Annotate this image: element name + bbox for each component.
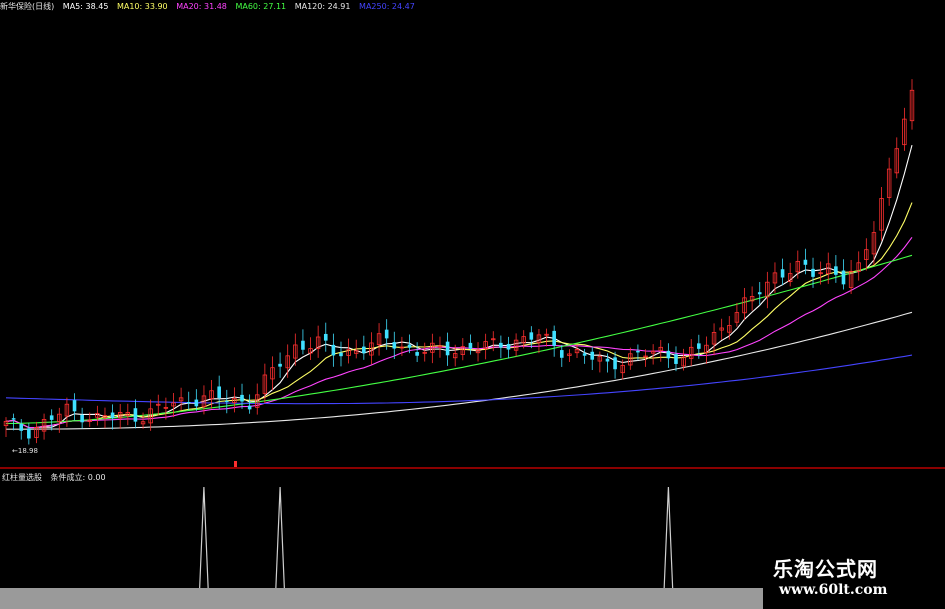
candlestick-series	[3, 79, 915, 445]
candle-down	[582, 353, 587, 356]
candle-down	[186, 401, 191, 404]
candle-down	[674, 354, 678, 364]
candle-down	[780, 269, 785, 278]
candle-down	[552, 330, 556, 346]
low-price-annotation: ←18.98	[12, 447, 38, 455]
ma60-label: MA60: 27.11	[235, 2, 287, 11]
candle-down	[19, 423, 24, 431]
candle-down	[72, 400, 77, 412]
candle-down	[666, 350, 671, 359]
ma60-line	[5, 254, 913, 425]
candle-down	[110, 412, 115, 419]
candle-down	[636, 350, 640, 353]
candle-down	[217, 386, 221, 398]
candle-down	[697, 343, 701, 349]
indicator-name: 红柱量选股	[2, 473, 42, 482]
candle-down	[841, 270, 846, 285]
candle-down	[80, 414, 84, 423]
ma10-line	[5, 202, 913, 429]
indicator-header: 红柱量选股 条件成立: 0.00	[2, 472, 112, 483]
moving-average-lines	[5, 144, 913, 430]
candle-down	[834, 266, 838, 275]
candle-down	[331, 344, 336, 356]
candle-down	[590, 351, 595, 360]
candle-down	[194, 399, 199, 407]
candle-down	[301, 340, 305, 350]
candle-down	[811, 268, 815, 277]
candle-down	[27, 428, 31, 439]
watermark-title: 乐淘公式网	[773, 557, 878, 581]
candle-down	[468, 342, 473, 349]
watermark-url: www.60lt.com	[779, 582, 888, 598]
candle-down	[613, 357, 617, 370]
ma20-line	[5, 236, 913, 429]
ma120-label: MA120: 24.91	[294, 2, 351, 11]
candle-down	[247, 405, 252, 410]
chart-canvas	[3, 79, 915, 607]
candle-down	[757, 292, 762, 295]
candle-down	[323, 333, 328, 341]
stock-title: 新华保险(日线)	[0, 2, 55, 11]
ma5-label: MA5: 38.45	[62, 2, 109, 11]
candle-down	[407, 344, 412, 348]
candle-down	[506, 343, 511, 350]
ma5-line	[5, 144, 913, 429]
candle-down	[529, 332, 534, 340]
candle-down	[499, 342, 503, 348]
chart-header: 新华保险(日线) MA5: 38.45 MA10: 33.90 MA20: 31…	[0, 0, 421, 14]
candle-down	[384, 329, 389, 339]
candle-down	[445, 341, 450, 356]
candle-down	[133, 408, 138, 422]
ma10-label: MA10: 33.90	[116, 2, 168, 11]
candle-down	[392, 342, 397, 349]
ma250-label: MA250: 24.47	[359, 2, 415, 11]
candle-down	[49, 415, 54, 420]
panel-divider	[0, 467, 945, 469]
candle-down	[339, 352, 343, 357]
candle-down	[278, 363, 282, 367]
ma20-label: MA20: 31.48	[176, 2, 227, 11]
candle-down	[559, 350, 564, 358]
candle-down	[605, 358, 610, 362]
ma120-line	[6, 311, 913, 430]
watermark: 乐淘公式网 www.60lt.com	[763, 551, 945, 609]
candle-down	[224, 400, 229, 403]
candle-down	[362, 346, 366, 354]
candle-down	[11, 418, 16, 420]
indicator-condition: 条件成立: 0.00	[50, 473, 106, 482]
candle-down	[240, 394, 244, 402]
ma250-line	[5, 354, 913, 405]
candle-down	[803, 259, 808, 265]
indicator-baseline-strip	[0, 588, 780, 609]
candle-down	[415, 352, 419, 356]
